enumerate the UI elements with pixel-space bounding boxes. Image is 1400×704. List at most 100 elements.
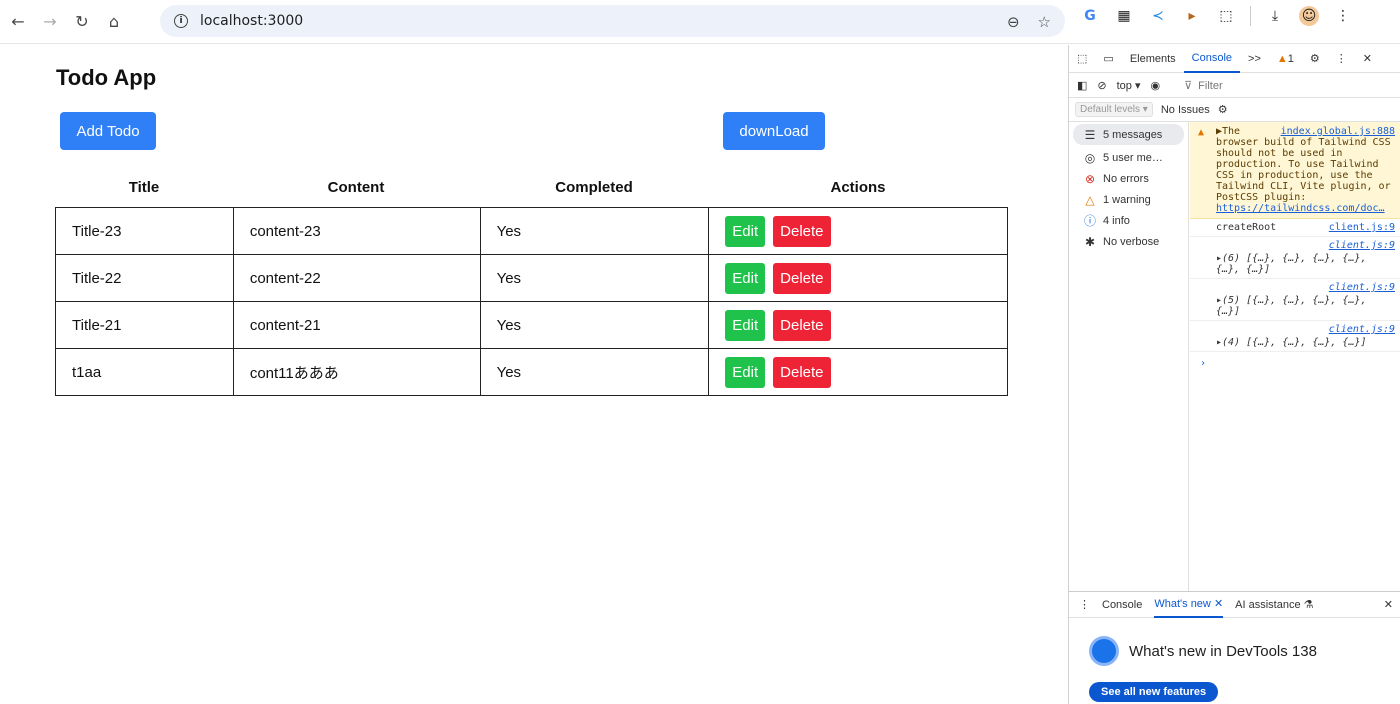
back-icon[interactable]: ← (2, 6, 34, 38)
url-text[interactable]: localhost:3000 (200, 13, 303, 29)
clear-console-icon[interactable]: ⊘ (1097, 79, 1106, 92)
close-devtools-icon[interactable]: ✕ (1355, 45, 1380, 73)
download-button[interactable]: downLoad (723, 112, 825, 150)
message-source-link[interactable]: client.js:9 (1329, 282, 1395, 293)
error-icon: ⊗ (1084, 171, 1096, 186)
tailwind-docs-link[interactable]: https://tailwindcss.com/doc… (1216, 203, 1385, 214)
warning-icon: ▲ (1276, 52, 1288, 65)
inspect-icon[interactable]: ⬚ (1069, 45, 1095, 73)
sidebar-item-info[interactable]: ⓘ 4 info (1069, 210, 1188, 231)
cell-content: content-22 (232, 254, 481, 302)
close-drawer-icon[interactable]: ✕ (1384, 598, 1393, 611)
devtools-drawer: ⋮ Console What's new ✕ AI assistance ⚗ ✕… (1069, 591, 1400, 704)
message-text[interactable]: ▸(5) [{…}, {…}, {…}, {…}, {…}] (1216, 295, 1367, 317)
zoom-icon[interactable]: ⊖ (1007, 13, 1020, 31)
extensions-puzzle-icon[interactable]: ⬚ (1216, 6, 1236, 26)
drawer-tab-whats-new[interactable]: What's new ✕ (1154, 592, 1224, 618)
levels-dropdown[interactable]: Default levels ▾ (1075, 102, 1153, 117)
warning-source-link[interactable]: index.global.js:888 (1281, 126, 1395, 137)
close-tab-icon[interactable]: ✕ (1214, 597, 1223, 610)
address-bar[interactable]: i localhost:3000 ⊖ ☆ (160, 5, 1065, 37)
message-text: createRoot (1216, 222, 1277, 233)
drawer-menu-icon[interactable]: ⋮ (1079, 598, 1090, 611)
info-icon: ⓘ (1083, 214, 1096, 228)
console-message[interactable]: ▸(6) [{…}, {…}, {…}, {…}, {…}, {…}] clien… (1190, 237, 1400, 279)
devtools-menu-icon[interactable]: ⋮ (1328, 45, 1355, 73)
console-message[interactable]: ▸(5) [{…}, {…}, {…}, {…}, {…}] client.js:… (1190, 279, 1400, 321)
message-source-link[interactable]: client.js:9 (1329, 240, 1395, 251)
sidebar-item-messages[interactable]: ☰ 5 messages (1073, 124, 1184, 145)
sidebar-label: 4 info (1103, 214, 1130, 227)
page-title: Todo App (56, 65, 157, 90)
drawer-tabs: ⋮ Console What's new ✕ AI assistance ⚗ ✕ (1069, 592, 1400, 618)
warning-icon: ▲ (1198, 127, 1205, 138)
cell-completed: Yes (479, 301, 710, 349)
cell-actions: Edit Delete (708, 254, 1008, 302)
delete-button[interactable]: Delete (773, 262, 831, 294)
bookmark-star-icon[interactable]: ☆ (1038, 13, 1051, 31)
warning-count: 1 (1287, 52, 1294, 65)
translate-extension-icon[interactable]: G (1080, 6, 1100, 26)
cell-actions: Edit Delete (708, 348, 1008, 396)
delete-button[interactable]: Delete (773, 356, 831, 388)
edit-button[interactable]: Edit (725, 356, 766, 388)
app-page: Todo App Add Todo downLoad Title Content… (0, 45, 1068, 704)
warning-counter[interactable]: ▲ 1 (1269, 45, 1302, 73)
filter-icon: ⊽ (1184, 80, 1193, 92)
sidebar-item-warnings[interactable]: △ 1 warning (1069, 189, 1188, 210)
cell-content: content-21 (232, 301, 481, 349)
home-icon[interactable]: ⌂ (98, 6, 130, 38)
devtools-panel: ⬚ ▭ Elements Console >> ▲ 1 ⚙ ⋮ ✕ ◧ ⊘ top… (1068, 45, 1400, 704)
console-prompt[interactable]: › (1190, 352, 1400, 369)
sidebar-item-verbose[interactable]: ✱ No verbose (1069, 231, 1188, 252)
download-icon[interactable]: ⤓ (1265, 6, 1285, 26)
menu-kebab-icon[interactable]: ⋮ (1333, 6, 1353, 26)
chrome-devtools-logo-icon (1089, 636, 1119, 666)
context-selector[interactable]: top ▾ (1117, 79, 1141, 92)
more-tabs-icon[interactable]: >> (1240, 45, 1269, 73)
settings-gear-icon[interactable]: ⚙ (1302, 45, 1328, 73)
profile-avatar-icon[interactable]: ☺ (1299, 6, 1319, 26)
tab-console[interactable]: Console (1183, 45, 1241, 73)
qr-extension-icon[interactable]: ▦ (1114, 6, 1134, 26)
sidebar-item-user-messages[interactable]: ◎ 5 user me… (1069, 147, 1188, 168)
console-sidebar: ☰ 5 messages ◎ 5 user me… ⊗ No errors △ 1 wa… (1069, 122, 1189, 591)
drawer-tab-ai-assistance[interactable]: AI assistance ⚗ (1235, 598, 1313, 611)
device-toggle-icon[interactable]: ▭ (1095, 45, 1121, 73)
message-text[interactable]: ▸(6) [{…}, {…}, {…}, {…}, {…}, {…}] (1216, 253, 1367, 275)
add-todo-button[interactable]: Add Todo (60, 112, 156, 150)
console-settings-icon[interactable]: ⚙ (1218, 103, 1228, 116)
extensions-area: G ▦ ≺ ▸ ⬚ ⤓ ☺ ⋮ (1080, 6, 1353, 26)
forward-icon[interactable]: → (34, 6, 66, 38)
console-message[interactable]: ▸(4) [{…}, {…}, {…}, {…}] client.js:9 (1190, 321, 1400, 352)
devtools-tabs: ⬚ ▭ Elements Console >> ▲ 1 ⚙ ⋮ ✕ (1069, 45, 1400, 73)
message-source-link[interactable]: client.js:9 (1329, 222, 1395, 233)
delete-button[interactable]: Delete (773, 215, 831, 247)
bug-icon: ✱ (1084, 234, 1096, 249)
tab-elements[interactable]: Elements (1122, 45, 1184, 73)
site-info-icon[interactable]: i (174, 14, 188, 28)
filter-placeholder: Filter (1198, 79, 1223, 92)
edit-button[interactable]: Edit (725, 309, 766, 341)
message-text[interactable]: ▸(4) [{…}, {…}, {…}, {…}] (1216, 337, 1367, 348)
warning-text: browser build of Tailwind CSS should not… (1216, 137, 1391, 203)
delete-button[interactable]: Delete (773, 309, 831, 341)
see-all-features-button[interactable]: See all new features (1089, 682, 1219, 702)
edit-button[interactable]: Edit (725, 262, 766, 294)
sidebar-item-errors[interactable]: ⊗ No errors (1069, 168, 1188, 189)
sidebar-toggle-icon[interactable]: ◧ (1077, 79, 1087, 92)
reload-icon[interactable]: ↻ (66, 6, 98, 38)
user-icon: ◎ (1084, 150, 1096, 165)
issues-label[interactable]: No Issues (1161, 104, 1210, 116)
message-source-link[interactable]: client.js:9 (1329, 324, 1395, 335)
console-toolbar: ◧ ⊘ top ▾ ◉ ⊽ Filter (1069, 74, 1400, 98)
dog-extension-icon[interactable]: ▸ (1182, 6, 1202, 26)
filter-input[interactable]: ⊽ Filter (1184, 79, 1223, 93)
live-expression-eye-icon[interactable]: ◉ (1151, 79, 1161, 92)
drawer-tab-console[interactable]: Console (1102, 599, 1142, 611)
cell-completed: Yes (479, 254, 710, 302)
edit-button[interactable]: Edit (725, 215, 766, 247)
table-row: t1aa cont11あああ Yes Edit Delete (55, 348, 1008, 396)
vscode-extension-icon[interactable]: ≺ (1148, 6, 1168, 26)
drawer-tab-label: AI assistance (1235, 599, 1301, 611)
